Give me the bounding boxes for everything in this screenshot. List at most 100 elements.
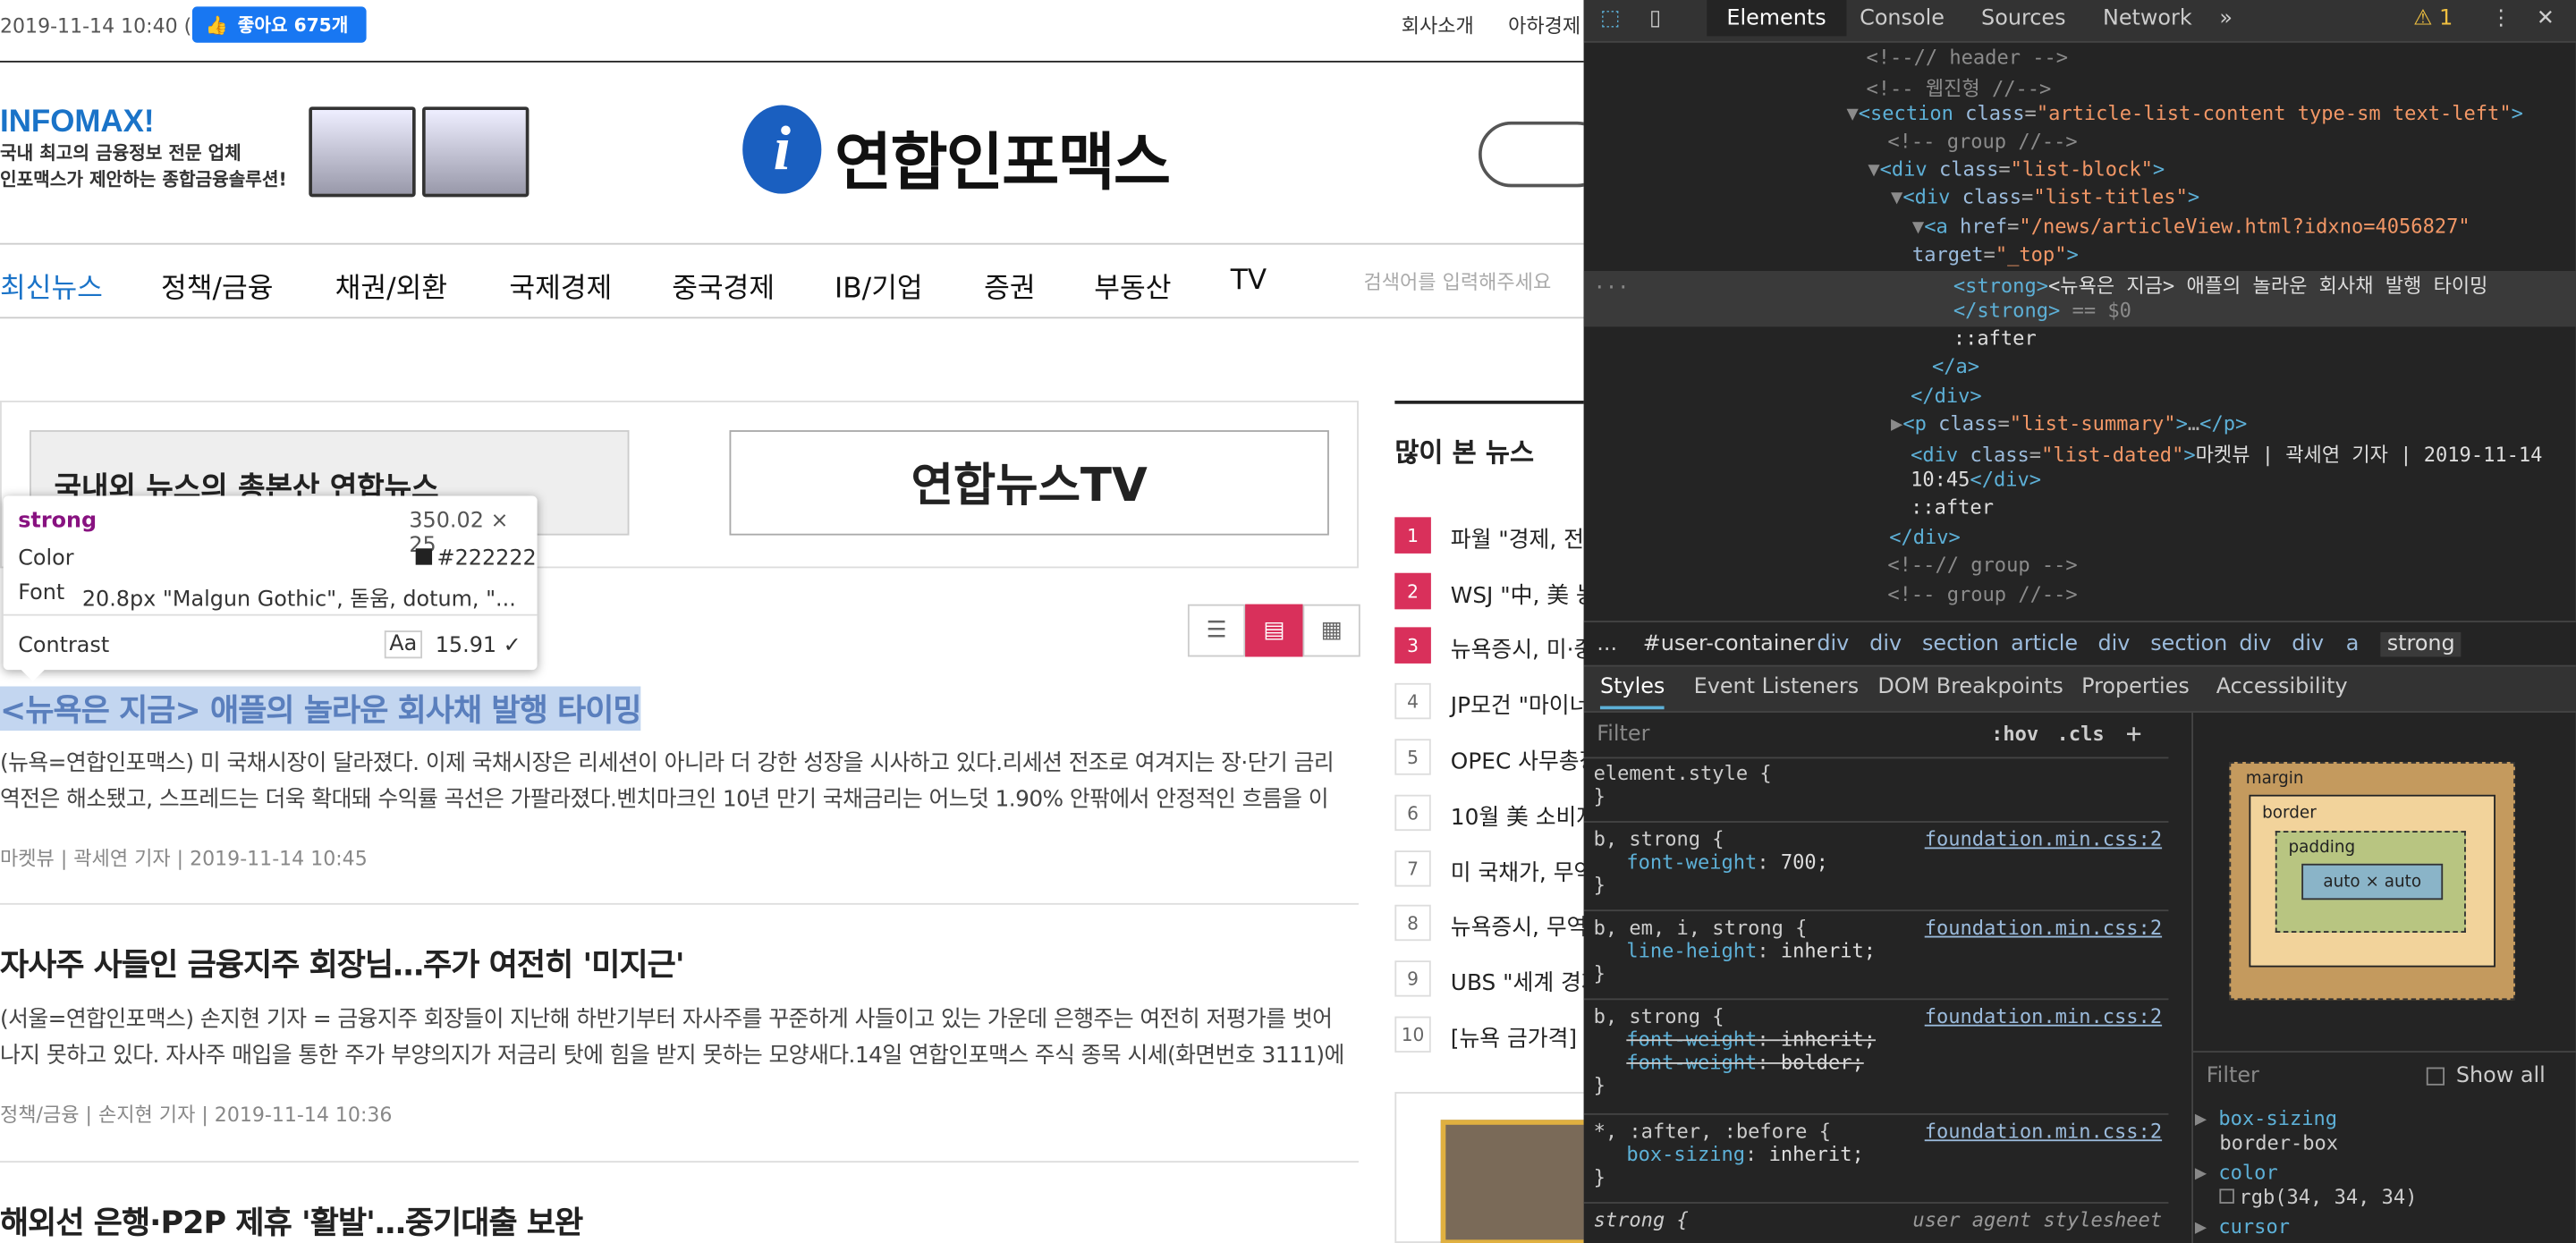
css-rule[interactable]: b, strong { foundation.min.css:2 font-we… bbox=[1584, 1005, 2169, 1097]
crumb-article[interactable]: article bbox=[2011, 632, 2078, 657]
crumb-div[interactable]: div bbox=[2292, 632, 2324, 657]
search-input[interactable]: 검색어를 입력해주세요 bbox=[1363, 267, 1551, 295]
dom-line[interactable]: 10:45</div> bbox=[1911, 468, 2041, 491]
nav-stock[interactable]: 증권 bbox=[984, 265, 1035, 306]
dom-line[interactable]: </div> bbox=[1889, 526, 1961, 549]
popular-item[interactable]: UBS "세계 경제 bbox=[1451, 964, 1584, 996]
inspect-icon[interactable]: ⬚ bbox=[1600, 6, 1621, 31]
show-all-checkbox[interactable] bbox=[2426, 1067, 2445, 1086]
css-rule[interactable]: strong { user agent stylesheet bbox=[1584, 1208, 2169, 1231]
dom-line[interactable]: <!-- 웹진형 //--> bbox=[1866, 74, 2051, 102]
styles-filter-input[interactable]: Filter bbox=[1597, 723, 1649, 748]
close-icon[interactable]: ✕ bbox=[2537, 6, 2555, 31]
computed-item[interactable]: ▶ box-sizing bbox=[2195, 1107, 2337, 1130]
dom-line[interactable]: <!-- group //--> bbox=[1887, 130, 2077, 153]
nav-intl[interactable]: 국제경제 bbox=[509, 265, 612, 306]
crumb-user-container[interactable]: #user-container bbox=[1643, 632, 1815, 657]
cls-toggle[interactable]: .cls bbox=[2057, 723, 2105, 746]
content-box[interactable]: auto × auto bbox=[2301, 863, 2444, 901]
tab-network[interactable]: Network bbox=[2103, 6, 2192, 31]
crumb-section[interactable]: section bbox=[1922, 632, 1999, 657]
subtab-properties[interactable]: Properties bbox=[2081, 675, 2190, 700]
crumb-div[interactable]: div bbox=[2097, 632, 2130, 657]
crumb-div[interactable]: div bbox=[1817, 632, 1849, 657]
infomax-ad[interactable]: INFOMAX! 국내 최고의 금융정보 전문 업체 인포맥스가 제안하는 종합… bbox=[0, 106, 287, 194]
dom-line[interactable]: <!--// group --> bbox=[1887, 554, 2077, 577]
computed-filter-input[interactable]: Filter bbox=[2207, 1064, 2259, 1089]
padding-label: padding bbox=[2288, 839, 2356, 858]
computed-item[interactable]: ▶ cursor bbox=[2195, 1215, 2290, 1239]
warning-badge[interactable]: ⚠ 1 bbox=[2413, 6, 2453, 31]
nav-ib[interactable]: IB/기업 bbox=[835, 265, 923, 306]
company-link[interactable]: 회사소개 bbox=[1402, 12, 1474, 39]
grid-view-icon[interactable]: ▦ bbox=[1302, 604, 1360, 657]
tab-console[interactable]: Console bbox=[1860, 6, 1945, 31]
css-rule[interactable]: *, :after, :before { foundation.min.css:… bbox=[1584, 1120, 2169, 1188]
dom-line[interactable]: ::after bbox=[1953, 326, 2037, 350]
device-toggle[interactable] bbox=[1479, 121, 1584, 188]
aha-link[interactable]: 아하경제 bbox=[1508, 12, 1580, 39]
yonhap-tv-banner[interactable]: 연합뉴스TV bbox=[729, 430, 1329, 536]
add-rule-button[interactable]: + bbox=[2126, 717, 2142, 748]
popular-item[interactable]: [뉴욕 금가격] 무 bbox=[1451, 1019, 1584, 1053]
nav-realestate[interactable]: 부동산 bbox=[1094, 265, 1171, 306]
side-ad[interactable] bbox=[1394, 1092, 1584, 1243]
ellipsis-icon[interactable]: ··· bbox=[1594, 275, 1630, 299]
article-title-1[interactable]: <뉴욕은 지금> 애플의 놀라운 회사채 발행 타이밍 bbox=[0, 686, 642, 731]
tab-elements[interactable]: Elements bbox=[1707, 0, 1846, 37]
popular-item[interactable]: 뉴욕증시, 미·중 bbox=[1451, 630, 1584, 663]
like-button[interactable]: 👍 좋아요 675개 bbox=[191, 6, 367, 43]
nav-bond[interactable]: 채권/외환 bbox=[335, 265, 447, 306]
dom-line[interactable]: <!--// header --> bbox=[1866, 46, 2068, 69]
css-rule[interactable]: element.style {} bbox=[1584, 762, 2169, 808]
dom-line[interactable]: ▶<p class="list-summary">…</p> bbox=[1891, 412, 2247, 435]
logo-icon[interactable]: i bbox=[742, 105, 822, 194]
dom-line[interactable]: target="_top"> bbox=[1912, 243, 2079, 266]
dom-line[interactable]: ▼<a href="/news/articleView.html?idxno=4… bbox=[1912, 216, 2470, 239]
list-view-icon[interactable]: ☰ bbox=[1187, 604, 1246, 657]
dom-line[interactable]: </div> bbox=[1911, 385, 1982, 408]
popular-item[interactable]: 파월 "경제, 전망 bbox=[1451, 520, 1584, 553]
dom-line[interactable]: <!-- group //--> bbox=[1887, 583, 2077, 606]
subtab-event-listeners[interactable]: Event Listeners bbox=[1694, 675, 1860, 700]
popular-item[interactable]: 뉴욕증시, 무역 bbox=[1451, 908, 1584, 941]
article-title-2[interactable]: 자사주 사들인 금융지주 회장님…주가 여전히 '미지근' bbox=[0, 941, 685, 985]
css-rule[interactable]: b, em, i, strong { foundation.min.css:2 … bbox=[1584, 917, 2169, 985]
nav-tv[interactable]: TV bbox=[1231, 265, 1267, 298]
popular-item[interactable]: WSJ "中, 美 농산 bbox=[1451, 577, 1584, 609]
device-icon[interactable]: ▯ bbox=[1649, 6, 1661, 31]
subtab-dom-breakpoints[interactable]: DOM Breakpoints bbox=[1877, 675, 2063, 700]
css-rule[interactable]: b, strong { foundation.min.css:2 font-we… bbox=[1584, 827, 2169, 896]
dom-line[interactable]: </strong> == $0 bbox=[1953, 299, 2131, 322]
subtab-accessibility[interactable]: Accessibility bbox=[2216, 675, 2348, 700]
dom-line[interactable]: <div class="list-dated">마켓뷰 | 곽세연 기자 | 2… bbox=[1911, 440, 2542, 468]
more-tabs-icon[interactable]: » bbox=[2219, 6, 2233, 31]
dom-line[interactable]: <strong><뉴욕은 지금> 애플의 놀라운 회사채 발행 타이밍 bbox=[1953, 271, 2488, 299]
logo-text[interactable]: 연합인포맥스 bbox=[835, 112, 1171, 202]
dom-line[interactable]: ▼<div class="list-titles"> bbox=[1891, 185, 2199, 208]
popular-item[interactable]: 미 국채가, 무역 bbox=[1451, 854, 1584, 886]
crumb-more[interactable]: ... bbox=[1597, 632, 1617, 657]
dom-line[interactable]: ▼<section class="article-list-content ty… bbox=[1846, 102, 2522, 125]
nav-china[interactable]: 중국경제 bbox=[672, 265, 775, 306]
nav-policy[interactable]: 정책/금융 bbox=[161, 265, 273, 306]
crumb-div[interactable]: div bbox=[1869, 632, 1902, 657]
summary-view-icon[interactable]: ▤ bbox=[1245, 604, 1303, 657]
crumb-div[interactable]: div bbox=[2239, 632, 2271, 657]
popular-item[interactable]: OPEC 사무총장 bbox=[1451, 742, 1584, 774]
popular-item[interactable]: JP모건 "마이너 bbox=[1451, 687, 1584, 719]
nav-latest[interactable]: 최신뉴스 bbox=[0, 265, 103, 306]
crumb-a[interactable]: a bbox=[2346, 632, 2360, 657]
subtab-styles[interactable]: Styles bbox=[1599, 675, 1665, 710]
popular-item[interactable]: 10월 美 소비자 bbox=[1451, 798, 1584, 831]
hov-toggle[interactable]: :hov bbox=[1991, 723, 2038, 746]
computed-item[interactable]: ▶ color bbox=[2195, 1161, 2278, 1184]
crumb-section[interactable]: section bbox=[2150, 632, 2227, 657]
menu-icon[interactable]: ⋮ bbox=[2490, 6, 2512, 31]
dom-line[interactable]: ▼<div class="list-block"> bbox=[1868, 157, 2165, 181]
dom-line[interactable]: </a> bbox=[1932, 355, 1979, 378]
tab-sources[interactable]: Sources bbox=[1981, 6, 2065, 31]
dom-line[interactable]: ::after bbox=[1911, 496, 1994, 520]
article-title-3[interactable]: 해외선 은행·P2P 제휴 '활발'…중기대출 보완 bbox=[0, 1198, 583, 1243]
crumb-strong[interactable]: strong bbox=[2380, 631, 2462, 657]
